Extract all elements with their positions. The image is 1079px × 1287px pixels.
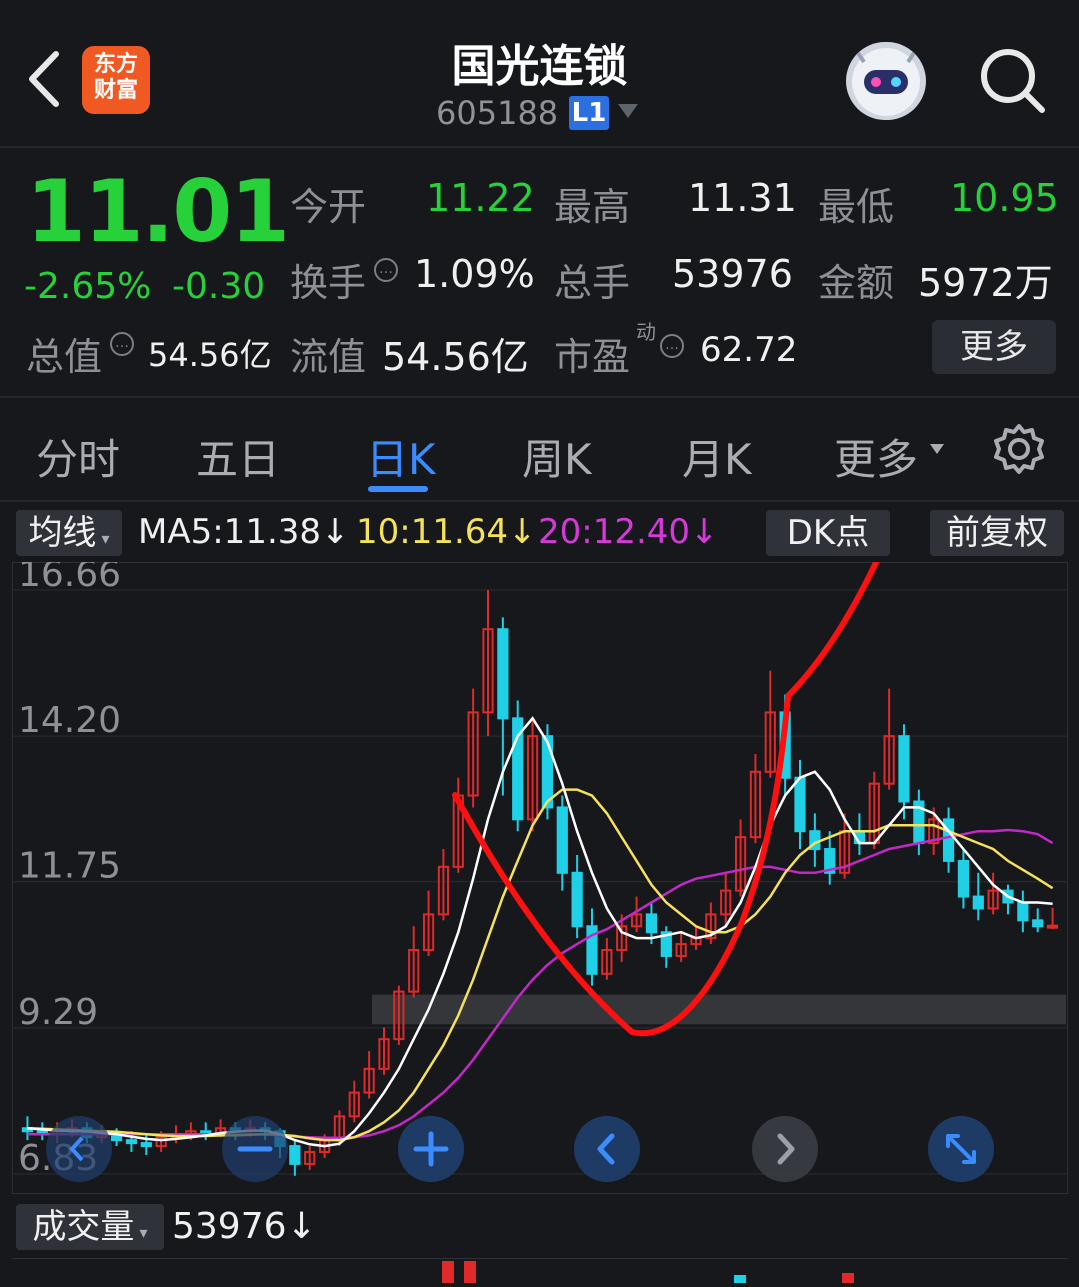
tab-monthly-k[interactable]: 月K bbox=[682, 426, 752, 487]
pe-superscript: 动 bbox=[636, 320, 656, 344]
tab-daily-k[interactable]: 日K bbox=[366, 426, 436, 487]
info-icon[interactable]: … bbox=[374, 258, 398, 282]
volume-bars bbox=[442, 1261, 854, 1283]
turnover-label: 换手 bbox=[290, 261, 367, 305]
amount-value: 5972万 bbox=[918, 261, 1053, 305]
y-tick-label: 14.20 bbox=[18, 700, 121, 741]
candle-down bbox=[140, 1142, 152, 1148]
low-value: 10.95 bbox=[950, 176, 1059, 220]
divider bbox=[0, 500, 1079, 502]
candle-down bbox=[972, 895, 984, 910]
change-percent: -2.65% bbox=[24, 266, 152, 307]
high-value: 11.31 bbox=[688, 176, 797, 220]
divider bbox=[0, 146, 1079, 148]
ma5-value: MA5:11.38↓ bbox=[138, 512, 350, 552]
ma20-line bbox=[27, 828, 1054, 1140]
candle-down bbox=[541, 735, 554, 809]
search-icon[interactable] bbox=[978, 46, 1048, 116]
turnover-value: 1.09% bbox=[414, 252, 535, 296]
volume-value: 53976 bbox=[672, 252, 793, 296]
candle-down bbox=[645, 913, 658, 934]
divider bbox=[0, 396, 1079, 398]
volume-chart bbox=[12, 1258, 1068, 1283]
candle-down bbox=[1032, 919, 1044, 928]
code-dropdown-caret-icon[interactable] bbox=[618, 104, 638, 118]
tab-weekly-k[interactable]: 周K bbox=[522, 426, 592, 487]
active-tab-indicator bbox=[368, 486, 428, 492]
more-quote-button[interactable]: 更多 bbox=[932, 320, 1056, 374]
info-icon[interactable]: … bbox=[660, 334, 684, 358]
tab-intraday[interactable]: 分时 bbox=[36, 426, 120, 487]
candle-down bbox=[794, 776, 806, 833]
left-scroll-button[interactable] bbox=[44, 1114, 114, 1184]
pe-label: 市盈 bbox=[554, 335, 631, 379]
candle-down bbox=[898, 735, 910, 803]
support-band bbox=[372, 994, 1066, 1025]
open-label: 今开 bbox=[290, 185, 367, 229]
float-cap-label: 流值 bbox=[290, 335, 367, 379]
assistant-avatar[interactable] bbox=[846, 42, 926, 120]
y-tick-label: 16.66 bbox=[18, 562, 121, 595]
amount-label: 金额 bbox=[818, 261, 895, 305]
robot-icon bbox=[852, 48, 920, 116]
zoom-out-button[interactable] bbox=[220, 1114, 290, 1184]
ma-selector[interactable]: 均线 ▾ bbox=[16, 510, 122, 556]
y-tick-label: 11.75 bbox=[18, 846, 121, 887]
candle-down bbox=[571, 871, 583, 928]
chart-frame bbox=[12, 562, 1068, 1194]
zoom-in-button[interactable] bbox=[396, 1114, 466, 1184]
volume-indicator-selector[interactable]: 成交量 ▾ bbox=[16, 1204, 164, 1250]
tab-more[interactable]: 更多 bbox=[834, 426, 918, 487]
candle-down bbox=[957, 859, 970, 898]
adjust-button[interactable]: 前复权 bbox=[930, 510, 1064, 556]
ma10-line bbox=[27, 788, 1054, 1142]
ma10-value: 10:11.64↓ bbox=[356, 512, 537, 552]
stock-code[interactable]: 605188 bbox=[436, 94, 558, 132]
candle-down bbox=[556, 806, 568, 874]
level-badge[interactable]: L1 bbox=[569, 96, 609, 130]
candle-down bbox=[497, 628, 509, 720]
candle-down bbox=[1017, 901, 1029, 922]
pe-value: 62.72 bbox=[700, 330, 798, 370]
candle-down bbox=[125, 1139, 138, 1145]
tab-five-day[interactable]: 五日 bbox=[196, 426, 280, 487]
candle-down bbox=[289, 1145, 301, 1165]
last-price: 11.01 bbox=[26, 162, 290, 262]
annotation-curve bbox=[452, 562, 880, 1037]
fullscreen-button[interactable] bbox=[926, 1114, 996, 1184]
next-button[interactable] bbox=[750, 1114, 820, 1184]
volume-label: 总手 bbox=[554, 261, 631, 305]
high-label: 最高 bbox=[554, 185, 631, 229]
low-label: 最低 bbox=[818, 185, 895, 229]
candle-up bbox=[1046, 924, 1059, 929]
market-cap-label: 总值 bbox=[26, 335, 103, 379]
info-icon[interactable]: … bbox=[110, 332, 134, 356]
more-tab-caret-icon[interactable] bbox=[930, 444, 944, 454]
float-cap-value: 54.56亿 bbox=[382, 335, 529, 379]
open-value: 11.22 bbox=[426, 176, 535, 220]
y-tick-label: 9.29 bbox=[18, 992, 98, 1033]
ma20-value: 20:12.40↓ bbox=[538, 512, 719, 552]
dk-point-button[interactable]: DK点 bbox=[766, 510, 890, 556]
change-amount: -0.30 bbox=[172, 266, 266, 307]
volume-current: 53976↓ bbox=[172, 1206, 317, 1247]
market-cap-value: 54.56亿 bbox=[148, 336, 272, 374]
candlestick-chart[interactable]: 16.6614.2011.759.296.83 bbox=[12, 562, 1068, 1194]
gear-icon[interactable] bbox=[992, 422, 1046, 476]
previous-button[interactable] bbox=[572, 1114, 642, 1184]
